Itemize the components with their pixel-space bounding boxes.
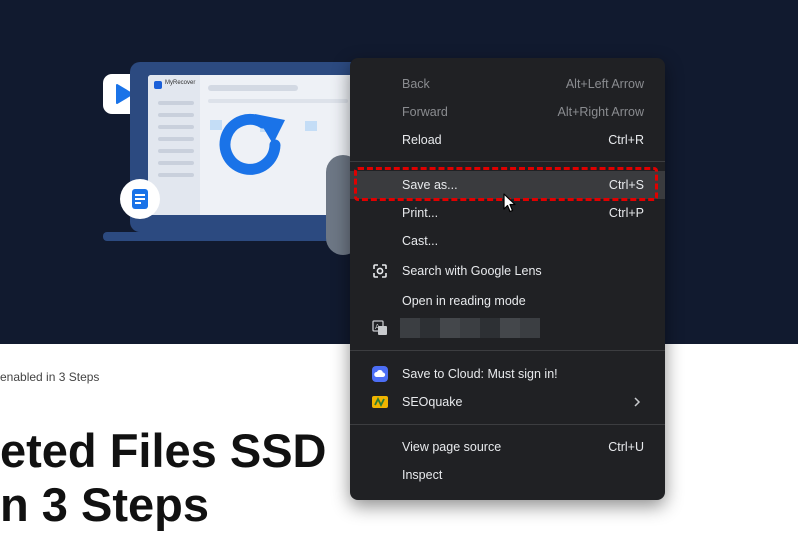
menu-separator	[350, 424, 665, 425]
menu-item-google-lens[interactable]: Search with Google Lens	[350, 257, 665, 285]
menu-item-label: Search with Google Lens	[402, 264, 542, 278]
translate-icon: A	[372, 320, 387, 335]
context-menu: Back Alt+Left Arrow Forward Alt+Right Ar…	[350, 58, 665, 500]
refresh-icon	[219, 113, 285, 175]
sidebar-line	[158, 113, 194, 117]
menu-item-label: Save to Cloud: Must sign in!	[402, 367, 558, 381]
menu-item-label: Inspect	[402, 468, 443, 482]
document-icon	[132, 189, 148, 209]
menu-item-shortcut: Alt+Right Arrow	[557, 105, 645, 119]
menu-item-view-source[interactable]: View page source Ctrl+U	[350, 433, 665, 461]
menu-item-shortcut: Ctrl+U	[608, 440, 644, 454]
article-subtitle: enabled in 3 Steps	[0, 370, 100, 384]
sidebar-line	[158, 137, 194, 141]
menu-item-label: Back	[402, 77, 430, 91]
seoquake-icon	[372, 396, 388, 408]
menu-separator	[350, 350, 665, 351]
menu-item-inspect[interactable]: Inspect	[350, 461, 665, 489]
sidebar-line	[158, 173, 194, 177]
menu-item-back[interactable]: Back Alt+Left Arrow	[350, 70, 665, 98]
article-title-line-2: n 3 Steps	[0, 478, 209, 531]
menu-item-shortcut: Alt+Left Arrow	[565, 77, 644, 91]
folder-icon	[305, 121, 317, 131]
sidebar-line	[158, 101, 194, 105]
menu-item-shortcut: Ctrl+P	[608, 206, 644, 220]
menu-item-shortcut: Ctrl+R	[608, 133, 644, 147]
menu-item-forward[interactable]: Forward Alt+Right Arrow	[350, 98, 665, 126]
article-title-line-1: eted Files SSD	[0, 424, 327, 477]
redacted-text	[400, 318, 540, 338]
menu-item-label: Reload	[402, 133, 442, 147]
app-logo-icon	[154, 81, 162, 89]
chevron-right-icon	[634, 397, 641, 407]
sidebar-line	[158, 125, 194, 129]
svg-text:A: A	[375, 323, 380, 331]
sidebar-line	[158, 161, 194, 165]
menu-separator	[350, 161, 665, 162]
menu-item-label: Print...	[402, 206, 439, 220]
mouse-cursor-icon	[503, 193, 516, 213]
doc-tile	[120, 179, 160, 219]
menu-item-label: Cast...	[402, 234, 439, 248]
menu-item-label: Forward	[402, 105, 448, 119]
article-title: eted Files SSD n 3 Steps	[0, 424, 327, 532]
app-name: MyRecover	[165, 80, 196, 86]
google-lens-icon	[373, 264, 387, 278]
menu-item-reload[interactable]: Reload Ctrl+R	[350, 126, 665, 154]
menu-item-reading-mode[interactable]: Open in reading mode	[350, 287, 665, 315]
menu-item-save-to-cloud[interactable]: Save to Cloud: Must sign in!	[350, 360, 665, 388]
menu-item-label: SEOquake	[402, 395, 463, 409]
content-line	[208, 85, 298, 91]
sidebar-line	[158, 149, 194, 153]
menu-item-cast[interactable]: Cast...	[350, 227, 665, 255]
menu-item-label: View page source	[402, 440, 502, 454]
cloud-extension-icon	[372, 366, 388, 382]
menu-item-label: Open in reading mode	[402, 294, 526, 308]
menu-item-seoquake[interactable]: SEOquake	[350, 388, 665, 416]
